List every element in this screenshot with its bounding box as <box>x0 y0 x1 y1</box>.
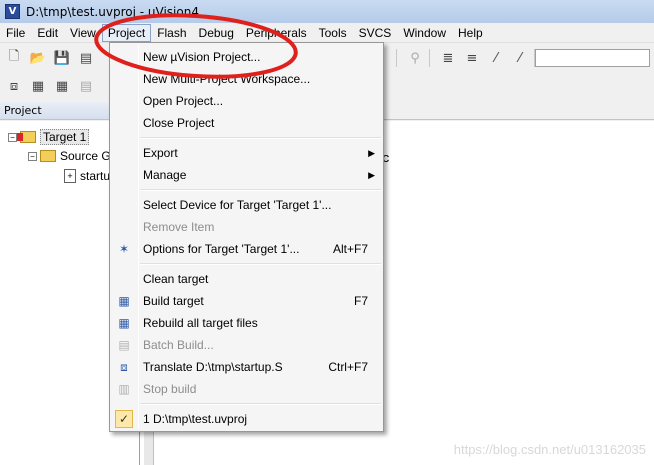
menu-project[interactable]: Project <box>101 23 152 42</box>
menu-bar: File Edit View Project Flash Debug Perip… <box>0 23 654 43</box>
menu-view[interactable]: View <box>64 24 102 42</box>
menu-svcs[interactable]: SVCS <box>353 24 398 42</box>
menu-edit[interactable]: Edit <box>31 24 64 42</box>
menu-item-stop-build: ▥ Stop build <box>112 378 381 400</box>
title-bar: V D:\tmp\test.uvproj - µVision4 <box>0 0 654 23</box>
menu-item-rebuild-all[interactable]: ▦ Rebuild all target files <box>112 312 381 334</box>
watermark: https://blog.csdn.net/u013162035 <box>453 442 646 457</box>
translate-icon[interactable]: ⧈ <box>4 76 24 96</box>
save-all-icon[interactable]: ▤ <box>76 48 96 68</box>
project-menu-dropdown: New µVision Project... New Multi-Project… <box>109 42 384 432</box>
collapse-icon[interactable]: − <box>28 151 37 161</box>
unindent-icon[interactable]: ≡ <box>462 48 482 68</box>
submenu-arrow-icon: ▶ <box>368 147 375 158</box>
toolbar-separator <box>396 49 397 67</box>
menu-separator <box>140 189 381 191</box>
menu-item-open-project[interactable]: Open Project... <box>112 90 381 112</box>
stop-build-icon: ▥ <box>118 382 130 396</box>
menu-item-translate[interactable]: ⧈ Translate D:\tmp\startup.S Ctrl+F7 <box>112 356 381 378</box>
toolbar-separator <box>429 49 430 67</box>
menu-item-clean-target[interactable]: Clean target <box>112 268 381 290</box>
build-icon: ▦ <box>118 294 130 308</box>
window-title: D:\tmp\test.uvproj - µVision4 <box>26 4 199 19</box>
batch-build-icon[interactable]: ▤ <box>76 76 96 96</box>
menu-item-new-multi-project[interactable]: New Multi-Project Workspace... <box>112 68 381 90</box>
tree-target-node[interactable]: − Target 1 <box>8 129 90 145</box>
comment-icon[interactable]: ⁄ <box>486 48 506 68</box>
uvision-app-icon: V <box>5 4 20 19</box>
menu-item-new-project[interactable]: New µVision Project... <box>112 46 381 68</box>
open-folder-icon[interactable]: 📂 <box>28 48 48 68</box>
menu-item-select-device[interactable]: Select Device for Target 'Target 1'... <box>112 194 381 216</box>
translate-icon: ⧈ <box>120 359 128 374</box>
menu-separator <box>140 137 381 139</box>
target-icon <box>17 131 36 143</box>
collapse-icon[interactable]: − <box>8 132 17 142</box>
uncomment-icon[interactable]: ⁄ <box>510 48 530 68</box>
menu-item-batch-build: ▤ Batch Build... <box>112 334 381 356</box>
submenu-arrow-icon: ▶ <box>368 169 375 180</box>
save-icon[interactable]: 💾 <box>52 48 72 68</box>
menu-item-build-target[interactable]: ▦ Build target F7 <box>112 290 381 312</box>
menu-separator <box>140 263 381 265</box>
menu-item-remove-item: Remove Item <box>143 220 215 234</box>
tree-file-node[interactable]: + startu <box>64 169 110 183</box>
find-combo-input[interactable] <box>535 49 650 67</box>
menu-item-export[interactable]: Export ▶ <box>112 142 381 164</box>
file-label: startu <box>80 169 111 183</box>
menu-item-close-project[interactable]: Close Project <box>112 112 381 134</box>
menu-item-manage[interactable]: Manage ▶ <box>112 164 381 186</box>
menu-help[interactable]: Help <box>452 24 489 42</box>
new-file-icon[interactable]: 🗋 <box>4 48 24 68</box>
folder-icon <box>40 150 56 162</box>
menu-item-recent-project[interactable]: ✓ 1 D:\tmp\test.uvproj <box>112 408 381 430</box>
menu-window[interactable]: Window <box>397 24 452 42</box>
find-icon[interactable]: ⚲ <box>405 48 425 68</box>
rebuild-icon: ▦ <box>118 316 130 330</box>
indent-icon[interactable]: ≣ <box>438 48 458 68</box>
build-icon[interactable]: ▦ <box>28 76 48 96</box>
menu-item-options-for-target[interactable]: ✶ Options for Target 'Target 1'... Alt+F… <box>112 238 381 260</box>
menu-separator <box>140 403 381 405</box>
group-label: Source G <box>60 149 111 163</box>
rebuild-icon[interactable]: ▦ <box>52 76 72 96</box>
batch-build-icon: ▤ <box>118 338 130 352</box>
menu-tools[interactable]: Tools <box>313 24 353 42</box>
tree-group-node[interactable]: − Source G <box>28 149 111 163</box>
menu-file[interactable]: File <box>0 24 31 42</box>
menu-debug[interactable]: Debug <box>193 24 240 42</box>
source-file-icon: + <box>64 169 76 183</box>
menu-peripherals[interactable]: Peripherals <box>240 24 313 42</box>
menu-flash[interactable]: Flash <box>151 24 192 42</box>
options-wand-icon: ✶ <box>118 242 130 256</box>
check-icon: ✓ <box>115 410 133 428</box>
target-label: Target 1 <box>40 129 90 145</box>
